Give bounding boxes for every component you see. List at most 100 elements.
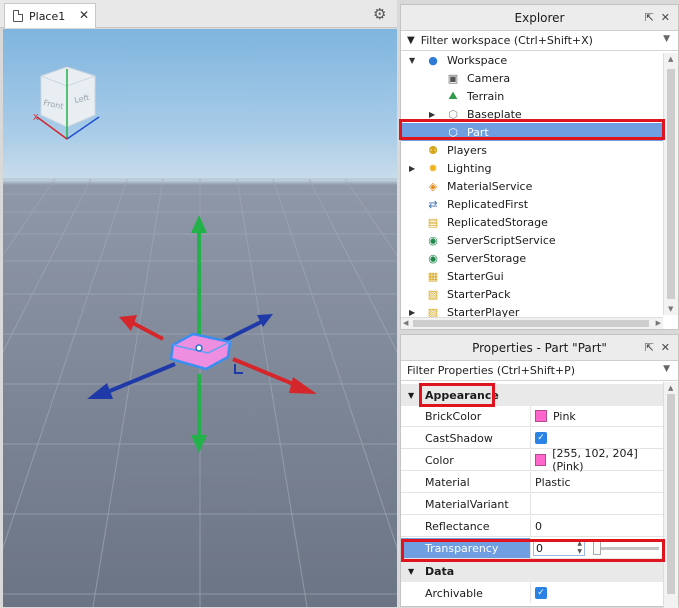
document-tab-bar: Place1 ✕ ⚙ [0, 0, 397, 28]
collapse-arrow-icon[interactable]: ▼ [409, 56, 419, 65]
3d-viewport[interactable]: Front Left X [3, 29, 397, 607]
filter-icon: ▼ [407, 35, 415, 46]
x-axis-handle-left[interactable] [130, 320, 164, 341]
prop-value[interactable]: Plastic [535, 476, 571, 489]
pink-swatch[interactable] [535, 454, 547, 466]
prop-row-reflectance[interactable]: Reflectance 0 [401, 516, 663, 537]
z-axis-handle-front[interactable] [104, 362, 176, 395]
prop-row-archivable[interactable]: Archivable ✓ [401, 583, 663, 603]
lighting-icon: ✹ [428, 161, 438, 175]
camera-icon: ▣ [447, 71, 459, 85]
prop-name: Reflectance [425, 519, 490, 533]
explorer-item-baseplate[interactable]: ▶ ⬡ Baseplate [401, 105, 663, 123]
explorer-item-label: StarterPack [447, 287, 511, 301]
explorer-item-terrain[interactable]: ⛰ Terrain [401, 87, 663, 105]
spin-up-icon[interactable]: ▲ ▼ [577, 540, 582, 556]
prop-row-brickcolor[interactable]: BrickColor Pink [401, 406, 663, 427]
prop-row-castshadow[interactable]: CastShadow ✓ [401, 428, 663, 449]
prop-value[interactable]: [255, 102, 204] (Pink) [552, 447, 663, 473]
explorer-title-bar: Explorer ⇱ ✕ [401, 5, 678, 31]
archivable-checkbox[interactable]: ✓ [535, 587, 547, 599]
explorer-item-starterpack[interactable]: ▧ StarterPack [401, 285, 663, 303]
section-appearance[interactable]: ▼ Appearance [401, 384, 663, 406]
section-data[interactable]: ▼ Data [401, 560, 663, 582]
document-icon [13, 10, 23, 22]
prop-row-transparency[interactable]: Transparency 0 ▲ ▼ [401, 538, 663, 559]
explorer-item-lighting[interactable]: ▶ ✹ Lighting [401, 159, 663, 177]
workspace-icon: ● [428, 53, 438, 67]
prop-value[interactable]: Pink [553, 410, 576, 423]
collapse-arrow-icon[interactable]: ▼ [408, 391, 414, 400]
close-panel-icon[interactable]: ✕ [661, 11, 670, 24]
explorer-item-serverscriptservice[interactable]: ◉ ServerScriptService [401, 231, 663, 249]
viewport-scene: Front Left X [3, 66, 397, 607]
explorer-item-camera[interactable]: ▣ Camera [401, 69, 663, 87]
part-icon: ⬡ [448, 125, 458, 139]
explorer-item-label: Camera [467, 71, 511, 85]
properties-title-bar: Properties - Part "Part" ⇱ ✕ [401, 335, 678, 361]
gear-icon[interactable]: ⚙ [373, 5, 386, 23]
transparency-slider-handle[interactable] [593, 541, 601, 555]
pink-swatch[interactable] [535, 410, 547, 422]
prop-row-material[interactable]: Material Plastic [401, 472, 663, 493]
properties-title: Properties - Part "Part" [472, 340, 607, 355]
close-panel-icon[interactable]: ✕ [661, 341, 670, 354]
explorer-item-label: ReplicatedFirst [447, 197, 529, 211]
explorer-item-players[interactable]: ⚉ Players [401, 141, 663, 159]
expand-arrow-icon[interactable]: ▶ [409, 164, 419, 173]
properties-panel: Properties - Part "Part" ⇱ ✕ Filter Prop… [400, 334, 679, 608]
explorer-item-part[interactable]: ⬡ Part [401, 123, 663, 141]
chevron-down-icon[interactable]: ▼ [663, 34, 670, 44]
transparency-slider-track[interactable] [601, 546, 659, 550]
properties-filter-bar[interactable]: Filter Properties (Ctrl+Shift+P) ▼ [401, 361, 678, 381]
prop-name: Archivable [425, 586, 483, 600]
section-appearance-title: Appearance [425, 388, 499, 402]
terrain-icon: ⛰ [448, 89, 458, 102]
explorer-item-label: Terrain [467, 89, 505, 103]
view-cube[interactable]: Front Left X [33, 66, 100, 140]
explorer-item-label: ReplicatedStorage [447, 215, 548, 229]
part-icon: ⬡ [448, 107, 458, 121]
document-tab-place1[interactable]: Place1 ✕ [4, 3, 96, 28]
explorer-item-label: ServerStorage [447, 251, 527, 265]
explorer-horizontal-scrollbar[interactable]: ◀ ▶ [401, 317, 663, 329]
transparency-input[interactable]: 0 ▲ ▼ [533, 540, 585, 556]
server-script-service-icon: ◉ [428, 233, 438, 247]
expand-arrow-icon[interactable]: ▶ [409, 308, 419, 317]
svg-text:X: X [33, 113, 39, 122]
explorer-item-replicatedstorage[interactable]: ▤ ReplicatedStorage [401, 213, 663, 231]
explorer-filter-bar[interactable]: ▼ Filter workspace (Ctrl+Shift+X) ▼ [401, 31, 678, 51]
properties-vertical-scrollbar[interactable]: ▲ [663, 382, 678, 608]
explorer-panel: Explorer ⇱ ✕ ▼ Filter workspace (Ctrl+Sh… [400, 4, 679, 330]
explorer-item-label: Baseplate [467, 107, 522, 121]
explorer-filter-input[interactable]: Filter workspace (Ctrl+Shift+X) [421, 34, 593, 47]
gizmo-center-icon [195, 344, 203, 352]
replicated-first-icon: ⇄ [428, 197, 438, 211]
expand-arrow-icon[interactable]: ▶ [429, 110, 439, 119]
explorer-tree: ▼ ● Workspace ▣ Camera ⛰ Terrain ▶ ⬡ Baseplate ⬡ Pa… [401, 51, 678, 321]
explorer-item-materialservice[interactable]: ◈ MaterialService [401, 177, 663, 195]
close-tab-icon[interactable]: ✕ [79, 8, 89, 22]
explorer-item-workspace[interactable]: ▼ ● Workspace [401, 51, 663, 69]
z-axis-handle-back[interactable] [222, 320, 262, 343]
explorer-item-replicatedfirst[interactable]: ⇄ ReplicatedFirst [401, 195, 663, 213]
prop-value[interactable]: 0 [535, 520, 542, 533]
properties-filter-input[interactable]: Filter Properties (Ctrl+Shift+P) [407, 364, 575, 377]
players-icon: ⚉ [428, 143, 438, 157]
prop-row-color[interactable]: Color [255, 102, 204] (Pink) [401, 447, 663, 473]
explorer-vertical-scrollbar[interactable]: ▲ ▼ [663, 53, 678, 315]
section-data-title: Data [425, 564, 455, 578]
chevron-down-icon[interactable]: ▼ [663, 364, 670, 374]
prop-row-materialvariant[interactable]: MaterialVariant [401, 494, 663, 515]
castshadow-checkbox[interactable]: ✓ [535, 432, 547, 444]
explorer-item-startergui[interactable]: ▦ StarterGui [401, 267, 663, 285]
explorer-item-serverstorage[interactable]: ◉ ServerStorage [401, 249, 663, 267]
prop-value[interactable]: 0 [536, 542, 543, 555]
collapse-arrow-icon[interactable]: ▼ [408, 567, 414, 576]
explorer-item-label: Workspace [447, 53, 508, 67]
undock-icon[interactable]: ⇱ [645, 341, 654, 354]
undock-icon[interactable]: ⇱ [645, 11, 654, 24]
explorer-item-label: StarterGui [447, 269, 504, 283]
document-tab-label: Place1 [29, 9, 66, 23]
explorer-item-label: Players [447, 143, 487, 157]
